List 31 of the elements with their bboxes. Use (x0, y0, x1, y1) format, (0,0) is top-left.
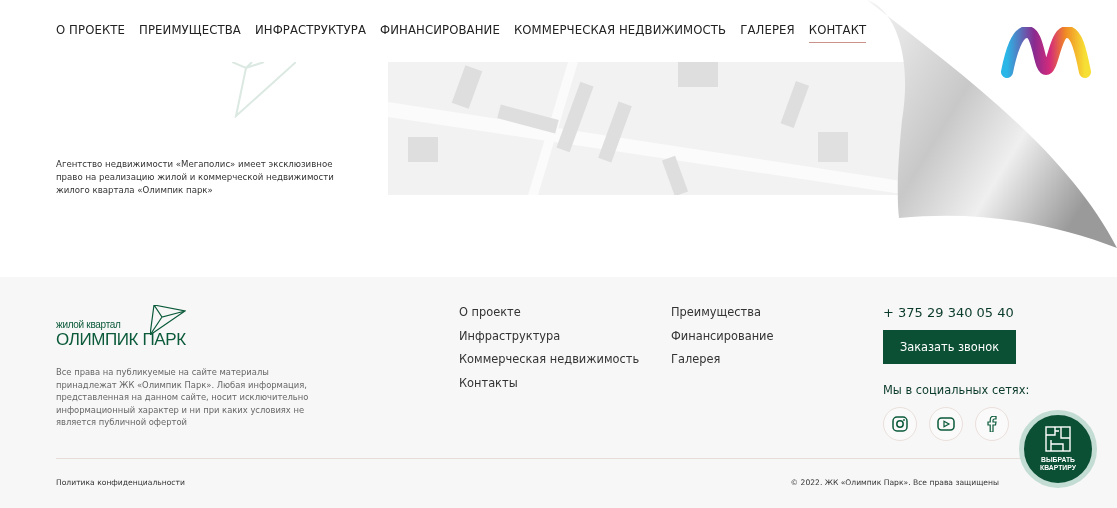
nav-link[interactable]: ГАЛЕРЕЯ (740, 23, 795, 42)
phone-number[interactable]: + 375 29 340 05 40 (883, 305, 1014, 321)
nav-link[interactable]: КОММЕРЧЕСКАЯ НЕДВИЖИМОСТЬ (513, 23, 727, 42)
footer-link[interactable]: О проекте (459, 305, 671, 321)
paper-plane-icon (149, 305, 186, 335)
instagram-icon (892, 416, 908, 432)
nav-link[interactable]: ПРЕИМУЩЕСТВА (139, 23, 241, 42)
paper-plane-icon (232, 62, 296, 118)
logo-subtitle: жилой квартал (56, 319, 122, 330)
disclaimer-text: Все права на публикуемые на сайте материалы принадлежат ЖК «Олимпик Парк». Любая информация, представленная на данном сайте, носит исключительно информационный характер и ни при каких условиях не является публичной офертой (56, 366, 310, 429)
about-text: Агентство недвижимости «Мегаполис» имеет эксклюзивное право на реализацию жилой и коммерческой недвижимости жилого квартала «Олимпик парк» (56, 158, 335, 197)
logo-title: ОЛИМПИК ПАРК (56, 330, 186, 350)
nav-link[interactable]: КОНТАКТ (808, 23, 867, 43)
social-title: Мы в социальных сетях: (883, 383, 1030, 397)
social-link[interactable] (929, 407, 963, 441)
youtube-icon (937, 417, 955, 431)
footer-link[interactable]: Финансирование (671, 328, 883, 344)
footer-link[interactable]: Галерея (671, 352, 883, 368)
social-link[interactable] (883, 407, 917, 441)
order-call-button[interactable]: Заказать звонок (883, 330, 1016, 364)
footer-link[interactable]: Инфраструктура (459, 328, 671, 344)
footer-link[interactable]: Преимущества (671, 305, 883, 321)
facebook-icon (987, 416, 997, 432)
nav-link[interactable]: ИНФРАСТРУКТУРА (254, 23, 367, 42)
nav-link[interactable]: ФИНАНСИРОВАНИЕ (380, 23, 500, 42)
nav-link[interactable]: О ПРОЕКТЕ (56, 23, 126, 42)
footer-link[interactable]: Контакты (459, 375, 671, 391)
floor-plan-icon (1045, 426, 1071, 452)
footer-link[interactable]: Коммерческая недвижимость (459, 352, 671, 368)
logo-icon (999, 27, 1093, 79)
social-link[interactable] (975, 407, 1009, 441)
